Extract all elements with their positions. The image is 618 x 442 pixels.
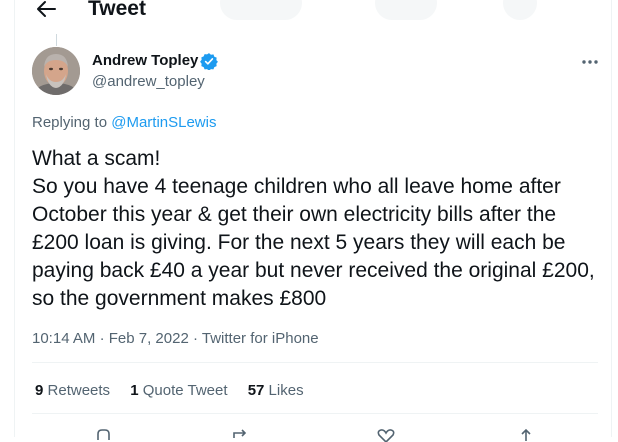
blurred-header-item [375, 0, 437, 20]
page-title: Tweet [88, 0, 146, 20]
tweet-time[interactable]: 10:14 AM [32, 330, 95, 347]
divider [32, 413, 598, 414]
meta-separator: · [99, 330, 105, 347]
tweet-detail-panel: Tweet Andrew Topley @andrew_topley Reply… [14, 0, 612, 442]
top-bar: Tweet [15, 0, 611, 24]
divider [32, 362, 598, 363]
blurred-header-item [503, 0, 537, 20]
blurred-header-item [220, 0, 302, 20]
likes-label: Likes [268, 382, 304, 399]
verified-badge-icon [200, 53, 218, 70]
retweets-stat[interactable]: 9 Retweets [35, 382, 110, 399]
tweet-text: What a scam! So you have 4 teenage child… [32, 147, 595, 310]
replying-to-label: Replying to [32, 114, 108, 131]
reply-icon[interactable] [92, 428, 114, 442]
author-name[interactable]: Andrew Topley [92, 52, 198, 69]
quote-tweets-label: Quote Tweet [142, 382, 228, 399]
likes-stat[interactable]: 57 Likes [248, 382, 304, 399]
author-handle[interactable]: @andrew_topley [92, 73, 205, 90]
engagement-stats: 9 Retweets 1 Quote Tweet 57 Likes [35, 382, 320, 399]
share-icon[interactable] [515, 428, 537, 442]
reply-mention-link[interactable]: @MartinSLewis [111, 114, 216, 131]
tweet-meta: 10:14 AM · Feb 7, 2022 · Twitter for iPh… [32, 330, 319, 347]
thread-connector [56, 34, 57, 46]
likes-count: 57 [247, 382, 265, 399]
retweet-icon[interactable] [231, 428, 253, 442]
retweets-count: 9 [35, 382, 44, 399]
back-arrow-icon[interactable] [35, 0, 57, 20]
tweet-date[interactable]: Feb 7, 2022 [109, 330, 189, 347]
quote-tweets-stat[interactable]: 1 Quote Tweet [130, 382, 227, 399]
avatar[interactable] [32, 47, 80, 95]
action-bar [15, 428, 611, 442]
tweet-source[interactable]: Twitter for iPhone [202, 330, 319, 347]
retweets-label: Retweets [47, 382, 111, 399]
quote-tweets-count: 1 [130, 382, 139, 399]
more-dots-icon[interactable] [580, 52, 600, 72]
replying-to: Replying to @MartinSLewis [32, 114, 216, 131]
meta-separator: · [192, 330, 198, 347]
heart-icon[interactable] [375, 428, 397, 442]
